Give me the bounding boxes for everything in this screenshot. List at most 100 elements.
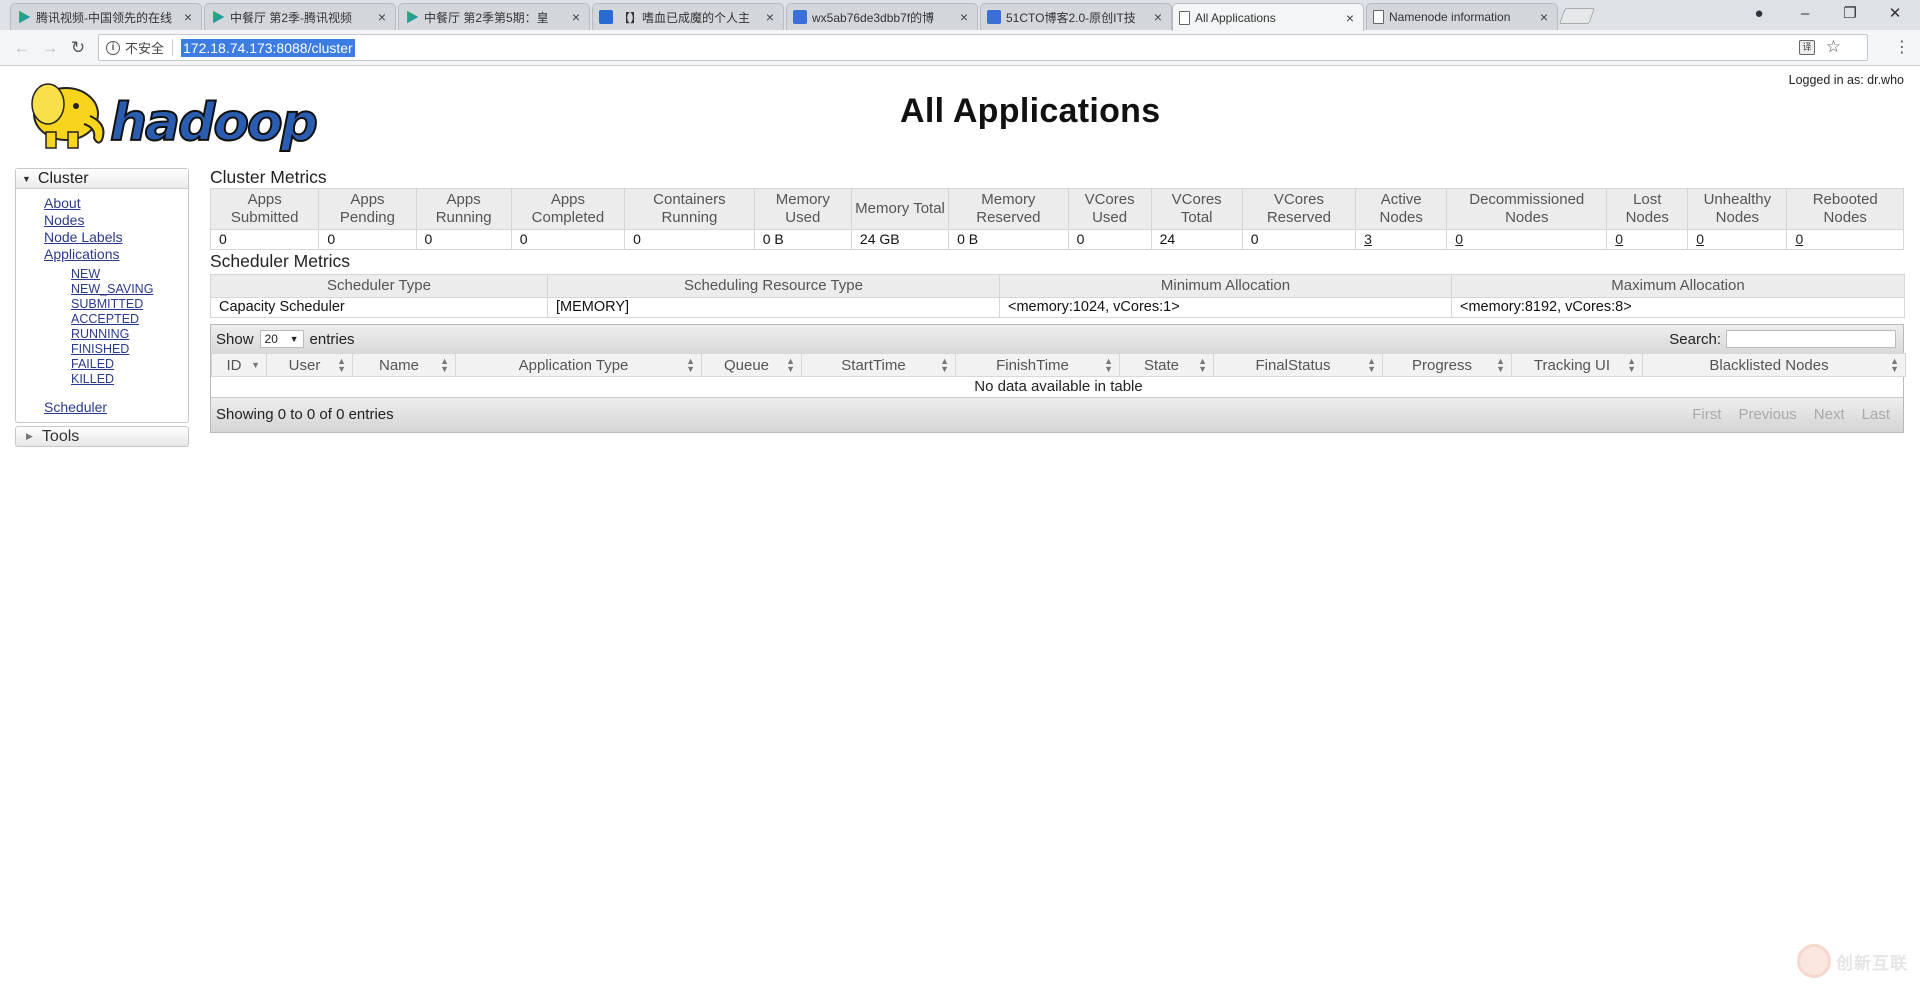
play-icon: [407, 10, 419, 24]
address-bar[interactable]: i 不安全 172.18.74.173:8088/cluster 译 ☆: [98, 34, 1868, 61]
column-header-application-type[interactable]: Application Type ▲ ▼: [455, 353, 702, 377]
column-header: VCores Used: [1067, 188, 1152, 230]
page-size-select[interactable]: 20 ▼: [259, 330, 304, 348]
nav-link-finished[interactable]: FINISHED: [71, 342, 188, 357]
first-page-button[interactable]: First: [1683, 403, 1729, 426]
column-header-progress[interactable]: Progress ▲ ▼: [1382, 353, 1512, 377]
close-icon[interactable]: ×: [1343, 10, 1357, 26]
column-header: Apps Completed: [510, 188, 626, 230]
metric-value: 0: [510, 229, 626, 250]
column-header-starttime[interactable]: StartTime ▲ ▼: [801, 353, 956, 377]
applications-table: ID ▼ User ▲ ▼ Name ▲ ▼ Application Type ▲ ▼ Que…: [211, 353, 1906, 397]
info-icon[interactable]: i: [106, 40, 120, 55]
metric-value: 0: [1446, 229, 1608, 250]
close-icon[interactable]: ×: [181, 9, 195, 25]
column-header-name[interactable]: Name ▲ ▼: [352, 353, 456, 377]
close-icon[interactable]: ×: [763, 9, 777, 25]
page-icon: [1179, 10, 1190, 25]
hadoop-logo: hadoop: [31, 83, 318, 154]
sort-icon: ▲ ▼: [337, 356, 346, 374]
column-header-tracking-ui[interactable]: Tracking UI ▲ ▼: [1511, 353, 1643, 377]
browser-tab-active[interactable]: All Applications ×: [1172, 3, 1364, 31]
close-icon[interactable]: ×: [375, 9, 389, 25]
nav-link-new[interactable]: NEW: [71, 267, 188, 282]
browser-tab[interactable]: 腾讯视频-中国领先的在线 ×: [10, 3, 202, 30]
column-header-finalstatus[interactable]: FinalStatus ▲ ▼: [1213, 353, 1383, 377]
column-header: Maximum Allocation: [1451, 274, 1905, 298]
url-text[interactable]: 172.18.74.173:8088/cluster: [181, 38, 355, 57]
nav-link-killed[interactable]: KILLED: [71, 372, 188, 387]
nav-link-failed[interactable]: FAILED: [71, 357, 188, 372]
nav-link-node-labels[interactable]: Node Labels: [44, 229, 188, 246]
nav-link-new-saving[interactable]: NEW_SAVING: [71, 282, 188, 297]
close-window-button[interactable]: ✕: [1880, 2, 1910, 26]
column-header: VCores Reserved: [1241, 188, 1357, 230]
browser-tab[interactable]: Namenode information ×: [1366, 3, 1558, 30]
nav-link-running[interactable]: RUNNING: [71, 327, 188, 342]
previous-page-button[interactable]: Previous: [1729, 403, 1804, 426]
last-page-button[interactable]: Last: [1853, 403, 1898, 426]
cluster-nav-header[interactable]: ▼ Cluster: [16, 169, 188, 189]
metric-value: 24 GB: [850, 229, 950, 250]
nav-link-submitted[interactable]: SUBMITTED: [71, 297, 188, 312]
tab-title: 中餐厅 第2季第5期：皇: [424, 10, 549, 25]
rebooted-nodes-link[interactable]: 0: [1795, 231, 1803, 247]
translate-icon[interactable]: 译: [1799, 40, 1815, 55]
column-header-user[interactable]: User ▲ ▼: [266, 353, 353, 377]
metric-value: 0: [415, 229, 512, 250]
column-header-id[interactable]: ID ▼: [211, 353, 267, 377]
browser-menu-icon[interactable]: ⋮: [1894, 36, 1910, 60]
column-header-blacklisted-nodes[interactable]: Blacklisted Nodes ▲ ▼: [1642, 353, 1906, 377]
browser-tab[interactable]: 【】嗜血已成魔的个人主 ×: [592, 3, 784, 30]
table-header-row: ID ▼ User ▲ ▼ Name ▲ ▼ Application Type ▲ ▼ Que…: [211, 353, 1906, 377]
metric-value: 0: [1241, 229, 1357, 250]
tools-nav-header[interactable]: ▶ Tools: [15, 426, 189, 447]
column-header-finishtime[interactable]: FinishTime ▲ ▼: [955, 353, 1120, 377]
applications-table-wrapper: Show 20 ▼ entries Search: ID▼ User▲▼: [210, 324, 1906, 433]
page-icon: [1373, 10, 1384, 24]
nav-link-scheduler[interactable]: Scheduler: [44, 399, 188, 416]
lost-nodes-link[interactable]: 0: [1615, 231, 1623, 247]
browser-tab[interactable]: wx5ab76de3dbb7f的博 ×: [786, 3, 978, 30]
scheduler-value: Capacity Scheduler: [210, 297, 548, 318]
tab-title: Namenode information: [1389, 10, 1511, 24]
profile-icon[interactable]: ●: [1744, 2, 1774, 26]
pen-icon: [793, 10, 807, 24]
close-icon[interactable]: ×: [569, 9, 583, 25]
forward-button[interactable]: →: [38, 36, 62, 60]
metric-value: 0: [1786, 229, 1904, 250]
decommissioned-nodes-link[interactable]: 0: [1455, 231, 1463, 247]
maximize-button[interactable]: ❐: [1835, 2, 1865, 26]
column-header-state[interactable]: State ▲ ▼: [1119, 353, 1214, 377]
close-icon[interactable]: ×: [1537, 9, 1551, 25]
cluster-nav-list: About Nodes Node Labels Applications NEW…: [16, 189, 188, 422]
bookmark-star-icon[interactable]: ☆: [1826, 37, 1841, 57]
cluster-metrics-table: Apps Submitted Apps Pending Apps Running…: [209, 188, 1904, 250]
unhealthy-nodes-link[interactable]: 0: [1696, 231, 1704, 247]
watermark-text: 创新互联: [1836, 953, 1908, 973]
reload-button[interactable]: ↻: [66, 36, 90, 60]
close-icon[interactable]: ×: [957, 9, 971, 25]
nav-link-nodes[interactable]: Nodes: [44, 212, 188, 229]
browser-tab[interactable]: 51CTO博客2.0-原创IT技 ×: [980, 3, 1172, 30]
back-button[interactable]: ←: [10, 36, 34, 60]
active-nodes-link[interactable]: 3: [1364, 231, 1372, 247]
nav-link-applications[interactable]: Applications: [44, 246, 188, 263]
nav-link-about[interactable]: About: [44, 195, 188, 212]
table-row: Capacity Scheduler [MEMORY] <memory:1024…: [210, 297, 1905, 318]
browser-tab[interactable]: 中餐厅 第2季-腾讯视频 ×: [204, 3, 396, 30]
next-page-button[interactable]: Next: [1805, 403, 1853, 426]
scheduler-value: <memory:1024, vCores:1>: [999, 297, 1452, 318]
close-icon[interactable]: ×: [1151, 9, 1165, 25]
security-label[interactable]: 不安全: [125, 38, 164, 57]
browser-tab[interactable]: 中餐厅 第2季第5期：皇 ×: [398, 3, 590, 30]
expand-triangle-icon[interactable]: ▶: [26, 431, 33, 442]
svg-text:hadoop: hadoop: [110, 93, 317, 153]
search-input[interactable]: [1726, 330, 1896, 348]
nav-link-accepted[interactable]: ACCEPTED: [71, 312, 188, 327]
tools-nav-label: Tools: [41, 427, 80, 445]
column-header-queue[interactable]: Queue ▲ ▼: [701, 353, 802, 377]
new-tab-button[interactable]: [1559, 8, 1595, 24]
minimize-button[interactable]: –: [1790, 2, 1820, 26]
collapse-triangle-icon[interactable]: ▼: [22, 174, 31, 184]
